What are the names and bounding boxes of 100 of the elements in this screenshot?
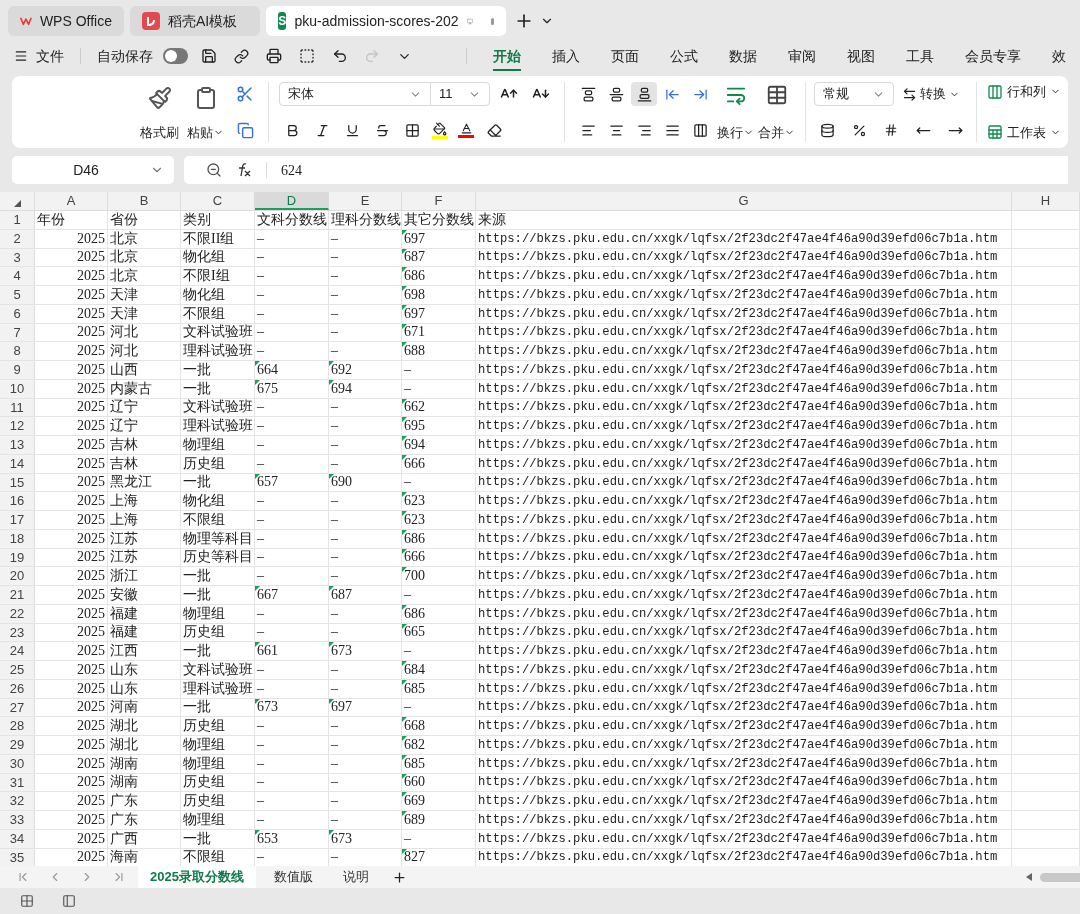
row-header[interactable]: 16 bbox=[0, 492, 35, 510]
table-cell-text: https://bkzs.pku.edu.cn/xxgk/lqfsx/2f23dc2f47ae4f46a90d39efd06c7b1a.htm bbox=[478, 849, 998, 866]
align-bottom-icon[interactable] bbox=[631, 82, 657, 106]
table-cell-text: https://bkzs.pku.edu.cn/xxgk/lqfsx/2f23dc2f47ae4f46a90d39efd06c7b1a.htm bbox=[478, 699, 998, 717]
row-header[interactable]: 32 bbox=[0, 792, 35, 810]
ribbon-tab[interactable]: 页面 bbox=[611, 41, 639, 71]
table-cell: – bbox=[331, 810, 338, 829]
fill-color-button[interactable] bbox=[429, 121, 451, 139]
ribbon-tab[interactable]: 插入 bbox=[552, 41, 580, 71]
table-cell: 山东 bbox=[110, 679, 138, 698]
ribbon-tab[interactable]: 数据 bbox=[729, 41, 757, 71]
row-header[interactable]: 12 bbox=[0, 417, 35, 435]
table-cell: 687 bbox=[404, 248, 425, 267]
convert-button[interactable]: 转换 bbox=[902, 84, 960, 104]
ribbon-tab[interactable]: 审阅 bbox=[788, 41, 816, 71]
ribbon-tab[interactable]: 开始 bbox=[493, 41, 521, 71]
sheet-tab[interactable]: 2025录取分数线 bbox=[138, 866, 256, 888]
table-cell: 2025 bbox=[77, 285, 105, 304]
merge-button[interactable]: 合并 bbox=[758, 122, 795, 142]
table-cell-text: https://bkzs.pku.edu.cn/xxgk/lqfsx/2f23dc2f47ae4f46a90d39efd06c7b1a.htm bbox=[478, 680, 998, 698]
row-header[interactable]: 24 bbox=[0, 642, 35, 660]
row-header[interactable]: 29 bbox=[0, 736, 35, 754]
table-cell: 山西 bbox=[110, 360, 138, 379]
table-cell: 689 bbox=[404, 810, 425, 829]
table-cell: 657 bbox=[257, 473, 278, 492]
table-cell: – bbox=[257, 342, 264, 361]
row-header[interactable]: 20 bbox=[0, 567, 35, 585]
paint-bucket-icon bbox=[433, 121, 447, 136]
row-header[interactable]: 8 bbox=[0, 342, 35, 360]
table-cell: – bbox=[331, 660, 338, 679]
row-header[interactable]: 5 bbox=[0, 286, 35, 304]
table-cell: 2025 bbox=[77, 379, 105, 398]
table-cell: – bbox=[331, 717, 338, 736]
document-tab[interactable]: S pku-admission-scores-202 bbox=[266, 6, 506, 36]
ribbon-tab[interactable]: 效 bbox=[1052, 41, 1066, 71]
document-tab[interactable]: WPS Office bbox=[8, 6, 124, 36]
sheet-tab[interactable]: 数值版 bbox=[261, 866, 325, 888]
name-box[interactable]: D46 bbox=[12, 156, 174, 184]
table-cell: 2025 bbox=[77, 529, 105, 548]
column-header[interactable]: F bbox=[402, 192, 476, 210]
column-header[interactable]: B bbox=[108, 192, 181, 210]
ribbon-tab[interactable]: 会员专享 bbox=[965, 41, 1021, 71]
table-cell: 675 bbox=[257, 379, 278, 398]
table-cell: 天津 bbox=[110, 304, 138, 323]
ribbon-tab[interactable]: 视图 bbox=[847, 41, 875, 71]
table-cell: – bbox=[331, 510, 338, 529]
formula-input[interactable]: 624 bbox=[281, 159, 302, 181]
table-cell: – bbox=[331, 267, 338, 286]
table-cell: 666 bbox=[404, 454, 425, 473]
autosave-toggle[interactable] bbox=[162, 48, 188, 64]
table-cell: – bbox=[257, 792, 264, 811]
table-cell: – bbox=[257, 679, 264, 698]
table-cell: – bbox=[331, 342, 338, 361]
row-header[interactable]: 17 bbox=[0, 511, 35, 529]
table-cell: 668 bbox=[404, 717, 425, 736]
worksheet-button[interactable]: 工作表 bbox=[987, 122, 1061, 142]
ribbon-tab[interactable]: 公式 bbox=[670, 41, 698, 71]
paste-button[interactable]: 粘贴 bbox=[187, 122, 224, 142]
column-header[interactable]: H bbox=[1012, 192, 1080, 210]
table-cell: 697 bbox=[404, 304, 425, 323]
table-cell: 内蒙古 bbox=[110, 379, 152, 398]
column-header[interactable]: G bbox=[476, 192, 1012, 210]
wrap-text-button[interactable]: 换行 bbox=[717, 122, 754, 142]
font-name-dropdown[interactable]: 宋体 bbox=[279, 82, 431, 106]
row-header[interactable]: 21 bbox=[0, 586, 35, 604]
row-header[interactable]: 33 bbox=[0, 811, 35, 829]
sheet-tab[interactable]: 说明 bbox=[330, 866, 381, 888]
table-cell: 2025 bbox=[77, 679, 105, 698]
file-menu-button[interactable]: 文件 bbox=[14, 45, 64, 67]
tab-title: pku-admission-scores-202 bbox=[294, 11, 459, 31]
row-header[interactable]: 13 bbox=[0, 436, 35, 454]
column-header[interactable]: A bbox=[35, 192, 108, 210]
ribbon-tab[interactable]: 工具 bbox=[906, 41, 934, 71]
column-header[interactable]: E bbox=[329, 192, 402, 210]
select-all-icon[interactable] bbox=[13, 200, 21, 207]
zoom-out-icon[interactable] bbox=[206, 162, 222, 178]
horizontal-scrollbar[interactable] bbox=[1040, 872, 1080, 882]
scroll-left-icon[interactable] bbox=[1026, 873, 1032, 881]
table-cell: 688 bbox=[404, 342, 425, 361]
number-format-dropdown[interactable]: 常规 bbox=[814, 82, 894, 106]
format-painter-button[interactable]: 格式刷 bbox=[140, 122, 179, 142]
table-cell: 673 bbox=[331, 642, 352, 661]
table-cell: – bbox=[331, 754, 338, 773]
column-header[interactable]: D bbox=[255, 192, 329, 210]
rows-columns-button[interactable]: 行和列 bbox=[987, 82, 1061, 102]
table-cell-text: https://bkzs.pku.edu.cn/xxgk/lqfsx/2f23dc2f47ae4f46a90d39efd06c7b1a.htm bbox=[478, 436, 998, 454]
function-icon[interactable] bbox=[236, 162, 252, 178]
table-cell: 698 bbox=[404, 285, 425, 304]
table-cell: 辽宁 bbox=[110, 417, 138, 436]
font-size-dropdown[interactable]: 11 bbox=[430, 82, 490, 106]
row-header[interactable]: 25 bbox=[0, 661, 35, 679]
row-header[interactable]: 4 bbox=[0, 267, 35, 285]
table-cell: 湖南 bbox=[110, 754, 138, 773]
row-header[interactable]: 9 bbox=[0, 361, 35, 379]
row-header[interactable]: 28 bbox=[0, 717, 35, 735]
font-color-button[interactable] bbox=[455, 122, 477, 138]
row-header[interactable]: 1 bbox=[0, 211, 35, 229]
table-cell: 广东 bbox=[110, 792, 138, 811]
document-tab[interactable]: 稻壳AI模板 bbox=[130, 6, 260, 36]
table-cell: – bbox=[404, 473, 411, 492]
